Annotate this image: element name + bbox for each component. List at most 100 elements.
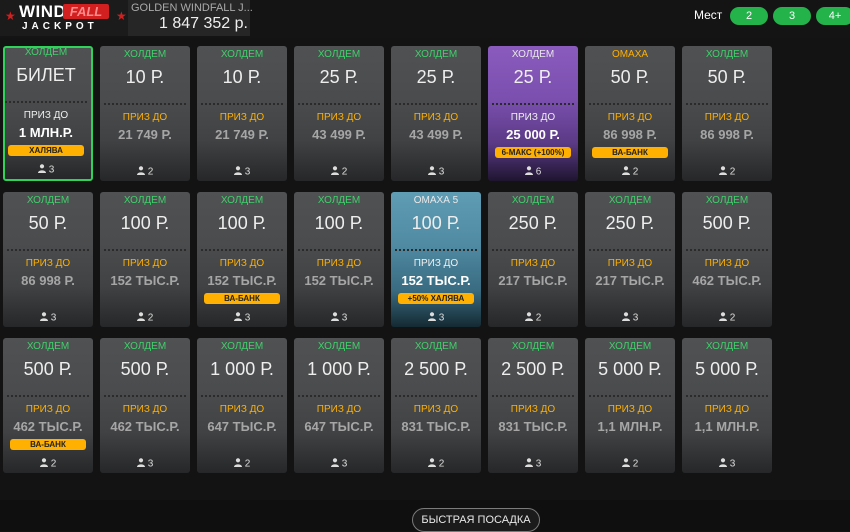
jackpot-name: GOLDEN WINDFALL J... <box>131 2 253 14</box>
tournament-card[interactable]: ХОЛДЕМ 100 Р. ПРИЗ ДО 152 ТЫС.Р. 3 <box>294 192 384 327</box>
tournament-card[interactable]: ХОЛДЕМ 250 Р. ПРИЗ ДО 217 ТЫС.Р. 3 <box>585 192 675 327</box>
buy-in: 500 Р. <box>702 213 752 233</box>
players-count: 3 <box>391 312 481 324</box>
user-icon <box>718 166 727 178</box>
user-icon <box>524 312 533 324</box>
players-count: 3 <box>488 458 578 470</box>
game-type: ХОЛДЕМ <box>24 47 68 58</box>
players-value: 3 <box>244 312 251 324</box>
jackpot-amount: 1 847 352 р. <box>159 15 248 32</box>
players-value: 3 <box>438 166 445 178</box>
prize-amount: 831 ТЫС.Р. <box>498 419 568 434</box>
divider <box>589 249 671 251</box>
promo-badge: ВА-БАНК <box>10 439 86 450</box>
game-type: ОМАХА 5 <box>413 195 459 206</box>
prize-amount: 1,1 МЛН.Р. <box>597 419 663 434</box>
tournament-card[interactable]: ХОЛДЕМ 5 000 Р. ПРИЗ ДО 1,1 МЛН.Р. 3 <box>682 338 772 473</box>
tournament-card[interactable]: ХОЛДЕМ 10 Р. ПРИЗ ДО 21 749 Р. 3 <box>197 46 287 181</box>
players-count: 3 <box>100 458 190 470</box>
game-type: ХОЛДЕМ <box>414 341 458 352</box>
prize-amount: 152 ТЫС.Р. <box>207 273 277 288</box>
buy-in: 250 Р. <box>508 213 558 233</box>
tournament-card[interactable]: ХОЛДЕМ 500 Р. ПРИЗ ДО 462 ТЫС.Р. ВА-БАНК 2 <box>3 338 93 473</box>
tournament-card[interactable]: ХОЛДЕМ 25 Р. ПРИЗ ДО 25 000 Р. 6-МАКС (+100%… <box>488 46 578 181</box>
seats-filter-3-button[interactable]: 3 <box>773 7 811 25</box>
prize-label: ПРИЗ ДО <box>219 112 265 123</box>
game-type: ХОЛДЕМ <box>220 341 264 352</box>
prize-amount: 217 ТЫС.Р. <box>595 273 665 288</box>
game-type: ХОЛДЕМ <box>317 49 361 60</box>
tournament-card[interactable]: ХОЛДЕМ 500 Р. ПРИЗ ДО 462 ТЫС.Р. 3 <box>100 338 190 473</box>
prize-label: ПРИЗ ДО <box>413 404 459 415</box>
prize-label: ПРИЗ ДО <box>219 404 265 415</box>
divider <box>104 395 186 397</box>
tournament-card[interactable]: ОМАХА 50 Р. ПРИЗ ДО 86 998 Р. ВА-БАНК 2 <box>585 46 675 181</box>
players-count: 2 <box>197 458 287 470</box>
seats-filter-2-button[interactable]: 2 <box>730 7 768 25</box>
promo-badge: ВА-БАНК <box>204 293 280 304</box>
players-value: 2 <box>632 166 639 178</box>
divider <box>492 103 574 105</box>
prize-amount: 86 998 Р. <box>700 127 754 142</box>
players-value: 2 <box>729 166 736 178</box>
prize-label: ПРИЗ ДО <box>122 112 168 123</box>
players-value: 2 <box>50 458 57 470</box>
tournament-card[interactable]: ХОЛДЕМ 1 000 Р. ПРИЗ ДО 647 ТЫС.Р. 3 <box>294 338 384 473</box>
quick-seat-button[interactable]: БЫСТРАЯ ПОСАДКА <box>412 508 540 532</box>
prize-label: ПРИЗ ДО <box>219 258 265 269</box>
tournament-card[interactable]: ХОЛДЕМ 2 500 Р. ПРИЗ ДО 831 ТЫС.Р. 3 <box>488 338 578 473</box>
tournament-card[interactable]: ХОЛДЕМ 5 000 Р. ПРИЗ ДО 1,1 МЛН.Р. 2 <box>585 338 675 473</box>
divider <box>104 103 186 105</box>
tournament-card[interactable]: ХОЛДЕМ 1 000 Р. ПРИЗ ДО 647 ТЫС.Р. 2 <box>197 338 287 473</box>
prize-amount: 152 ТЫС.Р. <box>110 273 180 288</box>
tournament-card[interactable]: ХОЛДЕМ 100 Р. ПРИЗ ДО 152 ТЫС.Р. ВА-БАНК 3 <box>197 192 287 327</box>
user-icon <box>39 458 48 470</box>
star-icon: ★ <box>116 9 127 23</box>
prize-label: ПРИЗ ДО <box>510 258 556 269</box>
game-type: ХОЛДЕМ <box>608 341 652 352</box>
tournament-card[interactable]: ХОЛДЕМ 25 Р. ПРИЗ ДО 43 499 Р. 2 <box>294 46 384 181</box>
buy-in: 1 000 Р. <box>210 359 274 379</box>
prize-amount: 462 ТЫС.Р. <box>110 419 180 434</box>
tournament-card[interactable]: ХОЛДЕМ 500 Р. ПРИЗ ДО 462 ТЫС.Р. 2 <box>682 192 772 327</box>
prize-amount: 86 998 Р. <box>603 127 657 142</box>
buy-in: 25 Р. <box>319 67 359 87</box>
prize-label: ПРИЗ ДО <box>413 112 459 123</box>
game-type: ХОЛДЕМ <box>123 49 167 60</box>
user-icon <box>37 164 46 176</box>
tournament-card[interactable]: ХОЛДЕМ 25 Р. ПРИЗ ДО 43 499 Р. 3 <box>391 46 481 181</box>
seats-filter-4plus-button[interactable]: 4+ <box>816 7 850 25</box>
tournament-card[interactable]: ХОЛДЕМ 100 Р. ПРИЗ ДО 152 ТЫС.Р. 2 <box>100 192 190 327</box>
user-icon <box>718 458 727 470</box>
buy-in: 2 500 Р. <box>501 359 565 379</box>
divider <box>589 395 671 397</box>
user-icon <box>621 312 630 324</box>
user-icon <box>621 458 630 470</box>
players-value: 3 <box>244 166 251 178</box>
tournament-card[interactable]: ХОЛДЕМ 50 Р. ПРИЗ ДО 86 998 Р. 3 <box>3 192 93 327</box>
tournament-card[interactable]: ХОЛДЕМ 10 Р. ПРИЗ ДО 21 749 Р. 2 <box>100 46 190 181</box>
divider <box>395 249 477 251</box>
players-value: 2 <box>535 312 542 324</box>
tournament-card[interactable]: ХОЛДЕМ БИЛЕТ ПРИЗ ДО 1 МЛН.Р. ХАЛЯВА 3 <box>3 46 93 181</box>
buy-in: 100 Р. <box>120 213 170 233</box>
prize-amount: 1 МЛН.Р. <box>18 125 74 140</box>
prize-amount: 152 ТЫС.Р. <box>304 273 374 288</box>
user-icon <box>39 312 48 324</box>
tournament-grid: ХОЛДЕМ БИЛЕТ ПРИЗ ДО 1 МЛН.Р. ХАЛЯВА 3 ХОЛДЕМ 1… <box>3 46 783 488</box>
players-value: 3 <box>535 458 542 470</box>
tournament-card[interactable]: ОМАХА 5 100 Р. ПРИЗ ДО 152 ТЫС.Р. +50% ХАЛЯВ… <box>391 192 481 327</box>
buy-in: 50 Р. <box>707 67 747 87</box>
players-count: 2 <box>682 312 772 324</box>
prize-label: ПРИЗ ДО <box>25 258 71 269</box>
tournament-card[interactable]: ХОЛДЕМ 250 Р. ПРИЗ ДО 217 ТЫС.Р. 2 <box>488 192 578 327</box>
buy-in: 1 000 Р. <box>307 359 371 379</box>
game-type: ХОЛДЕМ <box>26 341 70 352</box>
tournament-card[interactable]: ХОЛДЕМ 2 500 Р. ПРИЗ ДО 831 ТЫС.Р. 2 <box>391 338 481 473</box>
players-count: 2 <box>294 166 384 178</box>
divider <box>298 103 380 105</box>
prize-label: ПРИЗ ДО <box>122 258 168 269</box>
tournament-card[interactable]: ХОЛДЕМ 50 Р. ПРИЗ ДО 86 998 Р. 2 <box>682 46 772 181</box>
divider <box>201 395 283 397</box>
buy-in: 25 Р. <box>513 67 553 87</box>
